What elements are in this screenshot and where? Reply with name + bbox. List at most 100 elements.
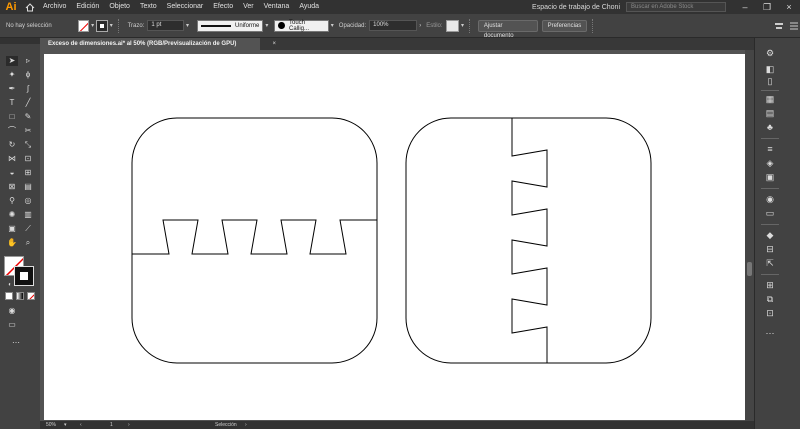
mesh-tool-icon[interactable]: ⊠ [6,182,18,192]
appearance-icon[interactable]: ◈ [763,158,777,169]
shape-builder-tool-icon[interactable]: ◒ [6,168,18,178]
width-tool-icon[interactable]: ⋈ [6,154,18,164]
gradient-panel-icon[interactable]: ▭ [763,208,777,219]
prev-artboard-icon[interactable]: ‹ [80,421,82,429]
workspace-switcher[interactable]: Espacio de trabajo de Choni [532,4,620,11]
pathfinder-icon[interactable]: ⧉ [763,294,777,305]
stroke-swatch[interactable] [96,19,108,32]
layers-icon[interactable]: ▯ [763,76,777,87]
shaper-tool-icon[interactable]: ⌒ [6,126,18,136]
left-dovetail-cut-line[interactable] [132,219,377,255]
artboard-number[interactable]: 1 [110,421,113,429]
menu-seleccionar[interactable]: Seleccionar [162,0,209,14]
menu-ventana[interactable]: Ventana [259,0,295,14]
blend-tool-icon[interactable]: ◎ [22,196,34,206]
swatches-icon[interactable]: ▤ [763,108,777,119]
scrollbar-thumb[interactable] [747,262,752,276]
screen-mode-icon[interactable]: ▭ [6,320,18,330]
transform-icon[interactable]: ⊡ [763,308,777,319]
artboard[interactable] [44,54,746,420]
direct-selection-tool-icon[interactable]: ▹ [22,56,34,66]
menu-objeto[interactable]: Objeto [104,0,135,14]
brushes-icon[interactable]: ♣ [763,122,777,133]
left-rounded-square[interactable] [131,117,378,364]
pen-tool-icon[interactable]: ✒ [6,84,18,94]
chevron-down-icon[interactable]: ▾ [91,22,94,29]
close-icon[interactable]: × [778,0,800,14]
stroke-color-box[interactable] [14,266,34,286]
scale-tool-icon[interactable]: ⤡ [22,140,34,150]
more-tools-icon[interactable]: ⋯ [10,338,22,348]
align-icon[interactable] [773,20,784,32]
next-artboard-icon[interactable]: › [128,421,130,429]
stroke-panel-icon[interactable]: ≡ [763,144,777,155]
selection-tool-icon[interactable]: ➤ [6,56,18,66]
menu-archivo[interactable]: Archivo [38,0,71,14]
stroke-label[interactable]: Trazo: [128,23,145,29]
right-rounded-square[interactable] [405,117,652,364]
lasso-tool-icon[interactable]: ϕ [22,70,34,80]
zoom-tool-icon[interactable]: ⌕ [22,238,34,248]
app-logo[interactable]: Ai [0,0,22,14]
menu-texto[interactable]: Texto [135,0,162,14]
brush-definition[interactable]: Touch Callig... [274,19,329,32]
curvature-tool-icon[interactable]: ∫ [22,84,34,94]
graph-tool-icon[interactable]: ▥ [22,210,34,220]
none-mode-icon[interactable] [27,292,35,300]
color-icon[interactable]: ▦ [763,94,777,105]
paintbrush-tool-icon[interactable]: ✎ [22,112,34,122]
graphic-style-swatch[interactable] [445,19,459,32]
chevron-down-icon[interactable]: ▾ [461,22,464,29]
slice-tool-icon[interactable]: ⟋ [22,224,34,234]
artboards-icon[interactable]: ⊟ [763,244,777,255]
export-icon[interactable]: ⇱ [763,258,777,269]
stock-search-input[interactable]: Buscar en Adobe Stock [626,2,726,12]
zoom-level[interactable]: 50% [46,421,56,429]
properties-icon[interactable]: ⚙ [763,48,777,59]
menu-ver[interactable]: Ver [238,0,259,14]
opacity-field[interactable]: 100% [369,20,418,31]
restore-icon[interactable]: ❐ [756,0,778,14]
chevron-down-icon[interactable]: ▾ [64,421,67,429]
type-tool-icon[interactable]: T [6,98,18,108]
arrange-document-button[interactable]: Ajustar documento [477,19,538,39]
chevron-down-icon[interactable]: ▾ [265,22,268,29]
vertical-scrollbar[interactable] [745,50,754,421]
gradient-mode-icon[interactable] [16,292,24,300]
document-tab[interactable]: Exceso de dimensiones.ai* al 50% (RGB/Pr… [40,38,276,50]
chevron-down-icon[interactable]: ▾ [186,22,189,29]
menu-efecto[interactable]: Efecto [208,0,238,14]
free-transform-tool-icon[interactable]: ⊡ [22,154,34,164]
graphic-styles-icon[interactable]: ▣ [763,172,777,183]
chevron-down-icon[interactable]: ▾ [110,22,113,29]
artboard-tool-icon[interactable]: ▣ [6,224,18,234]
chevron-right-icon[interactable]: › [419,23,421,29]
preferences-button[interactable]: Preferencias [541,19,588,32]
eyedropper-tool-icon[interactable]: ⚲ [6,196,18,206]
align-panel-icon[interactable]: ⊞ [763,280,777,291]
more-panels-icon[interactable]: ⋯ [763,328,777,339]
hand-tool-icon[interactable]: ✋ [6,238,18,248]
libraries-icon[interactable]: ◧ [763,64,777,75]
scissors-tool-icon[interactable]: ✂ [22,126,34,136]
right-dovetail-cut-line[interactable] [511,118,548,363]
canvas[interactable] [40,50,754,421]
symbol-sprayer-tool-icon[interactable]: ✺ [6,210,18,220]
chevron-down-icon[interactable]: ▾ [331,22,334,29]
rotate-tool-icon[interactable]: ↻ [6,140,18,150]
perspective-grid-tool-icon[interactable]: ⊞ [22,168,34,178]
home-icon[interactable] [22,0,38,14]
transparency-icon[interactable]: ◉ [763,194,777,205]
draw-mode-icon[interactable]: ◉ [6,306,18,316]
color-mode-icon[interactable] [5,292,13,300]
swap-colors-icon[interactable]: ◐ [4,280,16,290]
fill-swatch[interactable] [77,19,90,32]
layers-stack-icon[interactable]: ◆ [763,230,777,241]
variable-width-profile[interactable]: Uniforme [197,19,264,32]
chevron-right-icon[interactable]: › [245,421,247,429]
gradient-tool-icon[interactable]: ▤ [22,182,34,192]
magic-wand-tool-icon[interactable]: ✦ [6,70,18,80]
minimize-icon[interactable]: – [734,0,756,14]
line-tool-icon[interactable]: ╱ [22,98,34,108]
menu-edicion[interactable]: Edición [71,0,104,14]
